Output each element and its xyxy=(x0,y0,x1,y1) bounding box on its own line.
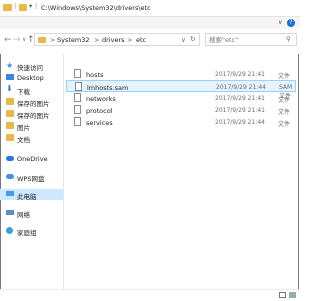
quick-access-divider: | xyxy=(14,2,17,10)
desktop-icon xyxy=(6,74,14,80)
cloud-icon xyxy=(6,156,14,161)
cloud-icon xyxy=(6,174,14,179)
sidebar-item-wps-cloud[interactable]: WPS网盘 xyxy=(0,171,63,183)
file-icon xyxy=(74,69,81,78)
quick-access-chevron-icon[interactable]: ▾ xyxy=(29,3,32,10)
file-row-networks[interactable]: networks 2017/9/29 21:41 文件 xyxy=(66,92,296,104)
search-icon[interactable]: ⚲ xyxy=(286,36,291,43)
navigation-pane: ★ 快速访问 Desktop ⬇ 下载 保存的图片 保存的图片 图片 文档 On… xyxy=(0,57,63,289)
refresh-icon[interactable]: ↻ xyxy=(190,36,195,43)
breadcrumb-separator: > xyxy=(94,36,100,44)
file-icon xyxy=(74,105,81,114)
folder-icon xyxy=(6,110,14,117)
file-row-hosts[interactable]: hosts 2017/9/29 21:41 文件 xyxy=(66,68,296,80)
recent-chevron-icon[interactable]: ∨ xyxy=(22,37,26,43)
file-icon xyxy=(74,117,81,126)
forward-arrow-icon[interactable]: → xyxy=(13,36,21,45)
sidebar-item-desktop[interactable]: Desktop xyxy=(0,72,63,83)
breadcrumb-etc[interactable]: etc xyxy=(136,37,146,44)
address-bar[interactable]: > System32 > drivers > etc ∨ ↻ xyxy=(34,33,200,46)
details-view-icon[interactable] xyxy=(279,292,286,298)
download-icon: ⬇ xyxy=(6,84,13,93)
sidebar-item-downloads[interactable]: ⬇ 下载 xyxy=(0,84,63,96)
title-bar: | ▾ | C:\Windows\System32\drivers\etc xyxy=(0,0,300,16)
sidebar-item-saved-pictures[interactable]: 保存的图片 xyxy=(0,96,63,108)
homegroup-icon xyxy=(6,227,13,234)
file-icon xyxy=(74,93,81,102)
breadcrumb-separator: > xyxy=(127,36,133,44)
pane-divider[interactable] xyxy=(63,54,64,294)
sidebar-item-onedrive[interactable]: OneDrive xyxy=(0,153,63,164)
sidebar-item-documents[interactable]: 文档 xyxy=(0,132,63,144)
star-icon: ★ xyxy=(6,61,14,70)
window-title: C:\Windows\System32\drivers\etc xyxy=(41,4,151,12)
file-row-protocol[interactable]: protocol 2017/9/29 21:41 文件 xyxy=(66,104,296,116)
help-icon[interactable]: ? xyxy=(287,19,295,27)
folder-icon xyxy=(6,98,14,105)
folder-icon xyxy=(6,134,14,141)
breadcrumb-system32[interactable]: System32 xyxy=(57,37,90,44)
sidebar-item-pictures[interactable]: 图片 xyxy=(0,120,63,132)
file-row-lmhosts[interactable]: lmhosts.sam 2017/9/29 21:44 SAM 文件 xyxy=(66,80,296,100)
large-icons-view-icon[interactable] xyxy=(289,292,296,298)
sidebar-item-network[interactable]: 网络 xyxy=(0,207,63,219)
computer-icon xyxy=(6,191,14,196)
sidebar-item-homegroup[interactable]: 家庭组 xyxy=(0,225,63,237)
sidebar-item-quick-access[interactable]: ★ 快速访问 xyxy=(0,60,63,72)
folder-icon xyxy=(38,37,46,43)
address-dropdown-icon[interactable]: ∨ xyxy=(181,37,186,44)
breadcrumb-drivers[interactable]: drivers xyxy=(102,37,125,44)
file-icon xyxy=(75,82,82,91)
folder-icon xyxy=(3,4,12,11)
sidebar-item-this-pc[interactable]: 此电脑 xyxy=(0,189,63,201)
quick-access-divider-2: | xyxy=(35,2,38,10)
sidebar-item-saved-pictures-2[interactable]: 保存的图片 xyxy=(0,108,63,120)
status-bar xyxy=(0,289,300,301)
toolbar-folder-icon[interactable] xyxy=(19,4,27,11)
expand-ribbon-icon[interactable]: ∨ xyxy=(278,20,282,26)
file-row-services[interactable]: services 2017/9/29 21:44 文件 xyxy=(66,116,296,128)
breadcrumb-separator: > xyxy=(50,36,56,44)
search-input[interactable]: 搜索"etc" xyxy=(209,37,238,44)
search-box[interactable]: 搜索"etc" ⚲ xyxy=(205,33,297,46)
network-icon xyxy=(6,210,14,215)
back-arrow-icon[interactable]: ← xyxy=(4,36,12,45)
folder-icon xyxy=(6,122,14,129)
